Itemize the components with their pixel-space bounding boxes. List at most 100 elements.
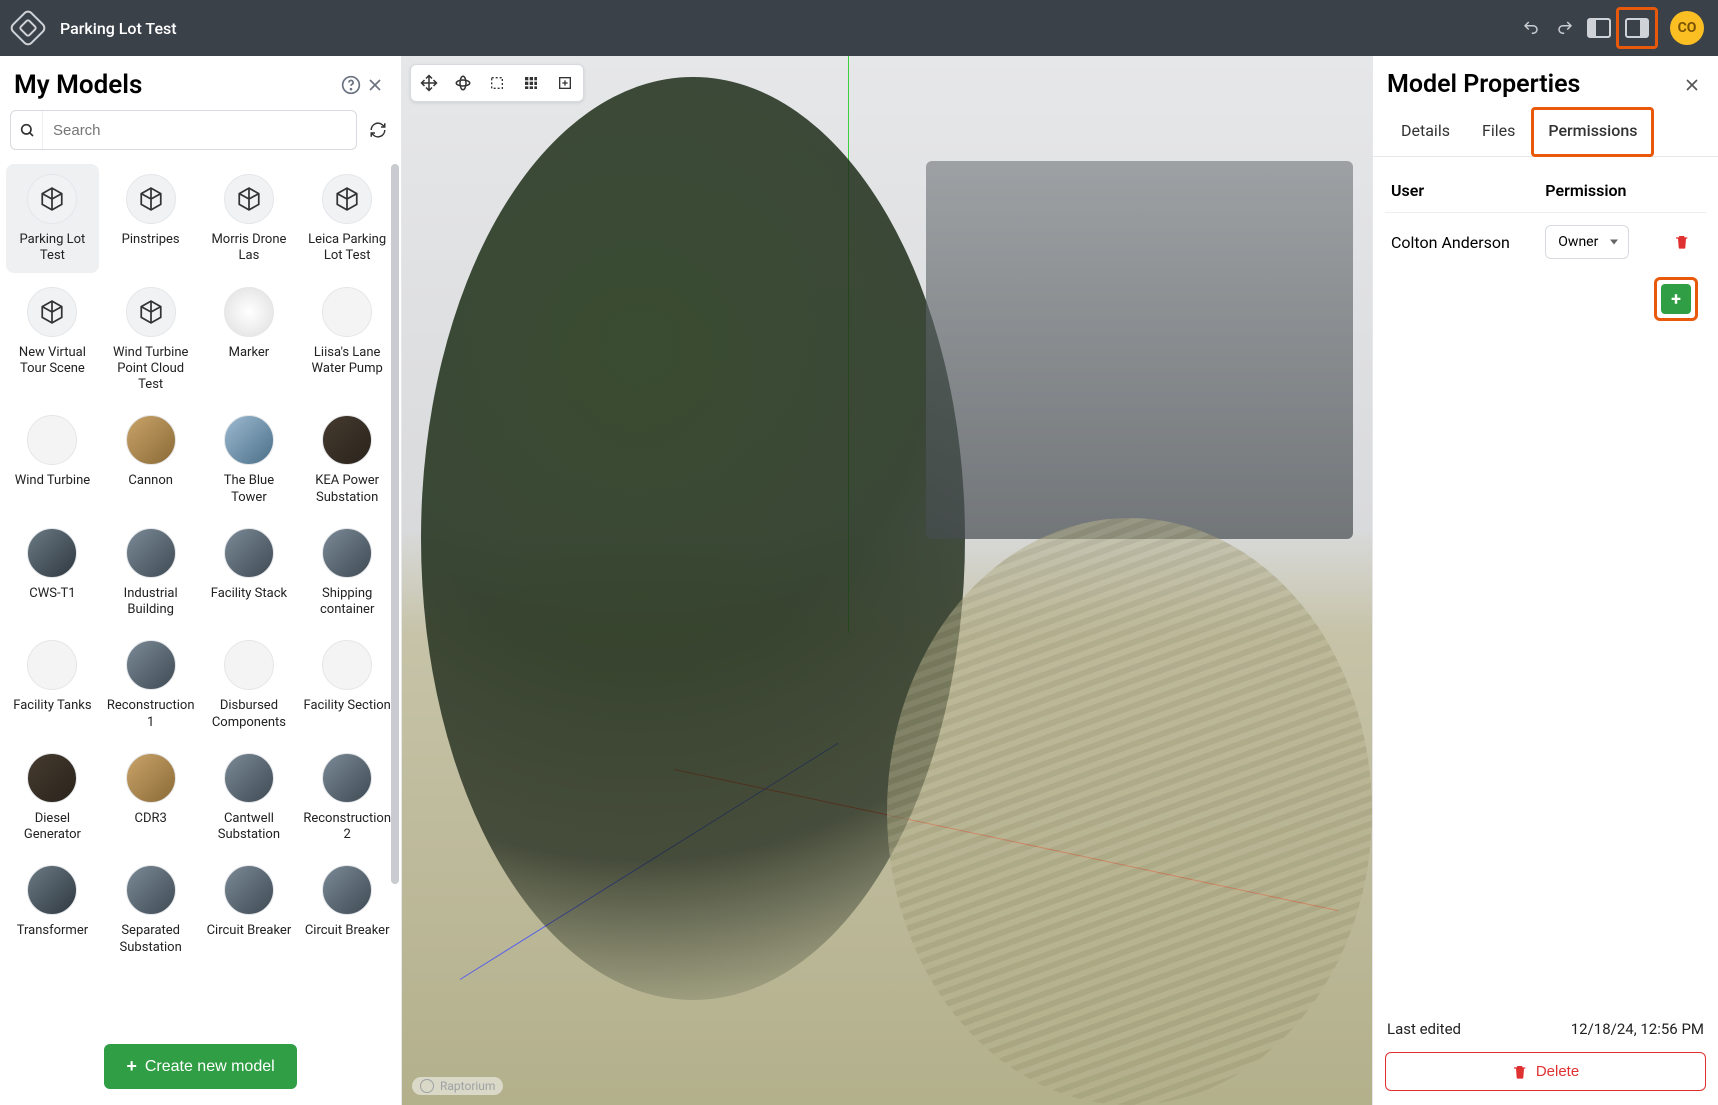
tab-details[interactable]: Details (1385, 107, 1466, 156)
last-edited-value: 12/18/24, 12:56 PM (1571, 1020, 1704, 1038)
model-item[interactable]: Leica Parking Lot Test (299, 164, 395, 273)
model-item[interactable]: Morris Drone Las (203, 164, 296, 273)
properties-tabs: Details Files Permissions (1373, 107, 1718, 157)
right-panel-toggle[interactable] (1623, 14, 1651, 42)
undo-icon[interactable] (1517, 14, 1545, 42)
cube-icon (224, 174, 274, 224)
select-tool-icon[interactable] (483, 69, 511, 97)
model-label: Circuit Breaker (305, 923, 390, 939)
move-tool-icon[interactable] (415, 69, 443, 97)
model-item[interactable]: Shipping container (299, 518, 395, 627)
model-item[interactable]: Parking Lot Test (6, 164, 99, 273)
model-item[interactable]: Marker (203, 277, 296, 402)
model-label: Disbursed Components (207, 698, 292, 731)
model-item[interactable]: Facility Stack (203, 518, 296, 627)
model-item[interactable]: New Virtual Tour Scene (6, 277, 99, 402)
cube-icon (126, 287, 176, 337)
sidebar-title: My Models (14, 70, 339, 100)
model-label: Industrial Building (107, 586, 195, 619)
model-item[interactable]: Disbursed Components (203, 630, 296, 739)
properties-title: Model Properties (1387, 70, 1680, 99)
model-thumbnail (224, 287, 274, 337)
model-item[interactable]: Liisa's Lane Water Pump (299, 277, 395, 402)
model-grid: Parking Lot Test Pinstripes Morris Drone L… (6, 164, 395, 964)
model-label: The Blue Tower (207, 473, 292, 506)
model-item[interactable]: Circuit Breaker (203, 855, 296, 964)
model-thumbnail (224, 865, 274, 915)
model-item[interactable]: Diesel Generator (6, 743, 99, 852)
perm-head-user: User (1391, 181, 1545, 200)
model-item[interactable]: Separated Substation (103, 855, 199, 964)
model-item[interactable]: Wind Turbine (6, 405, 99, 514)
plus-icon: + (126, 1056, 137, 1077)
model-item[interactable]: Transformer (6, 855, 99, 964)
model-label: Separated Substation (107, 923, 195, 956)
close-properties-icon[interactable] (1680, 73, 1704, 97)
permission-row: Colton AndersonOwner (1385, 213, 1706, 271)
cube-icon (126, 174, 176, 224)
last-edited-label: Last edited (1387, 1020, 1461, 1038)
scrollbar[interactable] (391, 164, 399, 884)
model-label: Morris Drone Las (207, 232, 292, 265)
tab-files[interactable]: Files (1466, 107, 1531, 156)
left-panel-toggle[interactable] (1585, 14, 1613, 42)
model-thumbnail (27, 865, 77, 915)
model-item[interactable]: CDR3 (103, 743, 199, 852)
model-label: Reconstruction 2 (303, 811, 391, 844)
search-input[interactable] (43, 122, 356, 139)
model-label: Pinstripes (122, 232, 180, 248)
model-item[interactable]: Wind Turbine Point Cloud Test (103, 277, 199, 402)
remove-permission-icon[interactable] (1664, 234, 1700, 250)
model-thumbnail (322, 287, 372, 337)
model-item[interactable]: KEA Power Substation (299, 405, 395, 514)
models-sidebar: My Models Parking Lot Test Pinstripes Morr… (0, 56, 402, 1105)
model-thumbnail (322, 753, 372, 803)
model-item[interactable]: Industrial Building (103, 518, 199, 627)
model-item[interactable]: Facility Section (299, 630, 395, 739)
pointcloud-building (926, 161, 1353, 539)
watermark-icon (420, 1079, 434, 1093)
add-permission-highlight: + (1654, 277, 1698, 321)
delete-button[interactable]: Delete (1385, 1052, 1706, 1091)
search-input-wrap (10, 110, 357, 150)
redo-icon[interactable] (1551, 14, 1579, 42)
add-tool-icon[interactable] (551, 69, 579, 97)
model-label: Marker (229, 345, 270, 361)
create-model-button[interactable]: + Create new model (104, 1044, 296, 1089)
model-label: Leica Parking Lot Test (303, 232, 391, 265)
model-label: Shipping container (303, 586, 391, 619)
add-permission-button[interactable]: + (1661, 284, 1691, 314)
model-item[interactable]: Cannon (103, 405, 199, 514)
model-thumbnail (322, 865, 372, 915)
model-item[interactable]: Reconstruction 2 (299, 743, 395, 852)
perm-select[interactable]: Owner (1545, 225, 1629, 259)
pointcloud-ground (887, 518, 1372, 1105)
model-thumbnail (224, 528, 274, 578)
model-item[interactable]: Reconstruction 1 (103, 630, 199, 739)
model-thumbnail (224, 640, 274, 690)
model-thumbnail (126, 640, 176, 690)
grid-tool-icon[interactable] (517, 69, 545, 97)
viewport-3d[interactable]: Raptorium (402, 56, 1372, 1105)
model-thumbnail (126, 528, 176, 578)
model-label: New Virtual Tour Scene (10, 345, 95, 378)
model-item[interactable]: CWS-T1 (6, 518, 99, 627)
model-item[interactable]: Facility Tanks (6, 630, 99, 739)
model-thumbnail (126, 865, 176, 915)
model-item[interactable]: Pinstripes (103, 164, 199, 273)
refresh-icon[interactable] (365, 117, 391, 143)
help-icon[interactable] (339, 73, 363, 97)
model-item[interactable]: Circuit Breaker (299, 855, 395, 964)
model-item[interactable]: The Blue Tower (203, 405, 296, 514)
tab-permissions[interactable]: Permissions (1531, 107, 1654, 157)
model-label: Facility Section (303, 698, 390, 714)
model-item[interactable]: Cantwell Substation (203, 743, 296, 852)
model-thumbnail (27, 528, 77, 578)
close-sidebar-icon[interactable] (363, 73, 387, 97)
model-label: Liisa's Lane Water Pump (303, 345, 391, 378)
avatar[interactable]: CO (1670, 11, 1704, 45)
watermark-label: Raptorium (440, 1079, 495, 1093)
model-thumbnail (27, 753, 77, 803)
rotate-tool-icon[interactable] (449, 69, 477, 97)
model-thumbnail (126, 753, 176, 803)
